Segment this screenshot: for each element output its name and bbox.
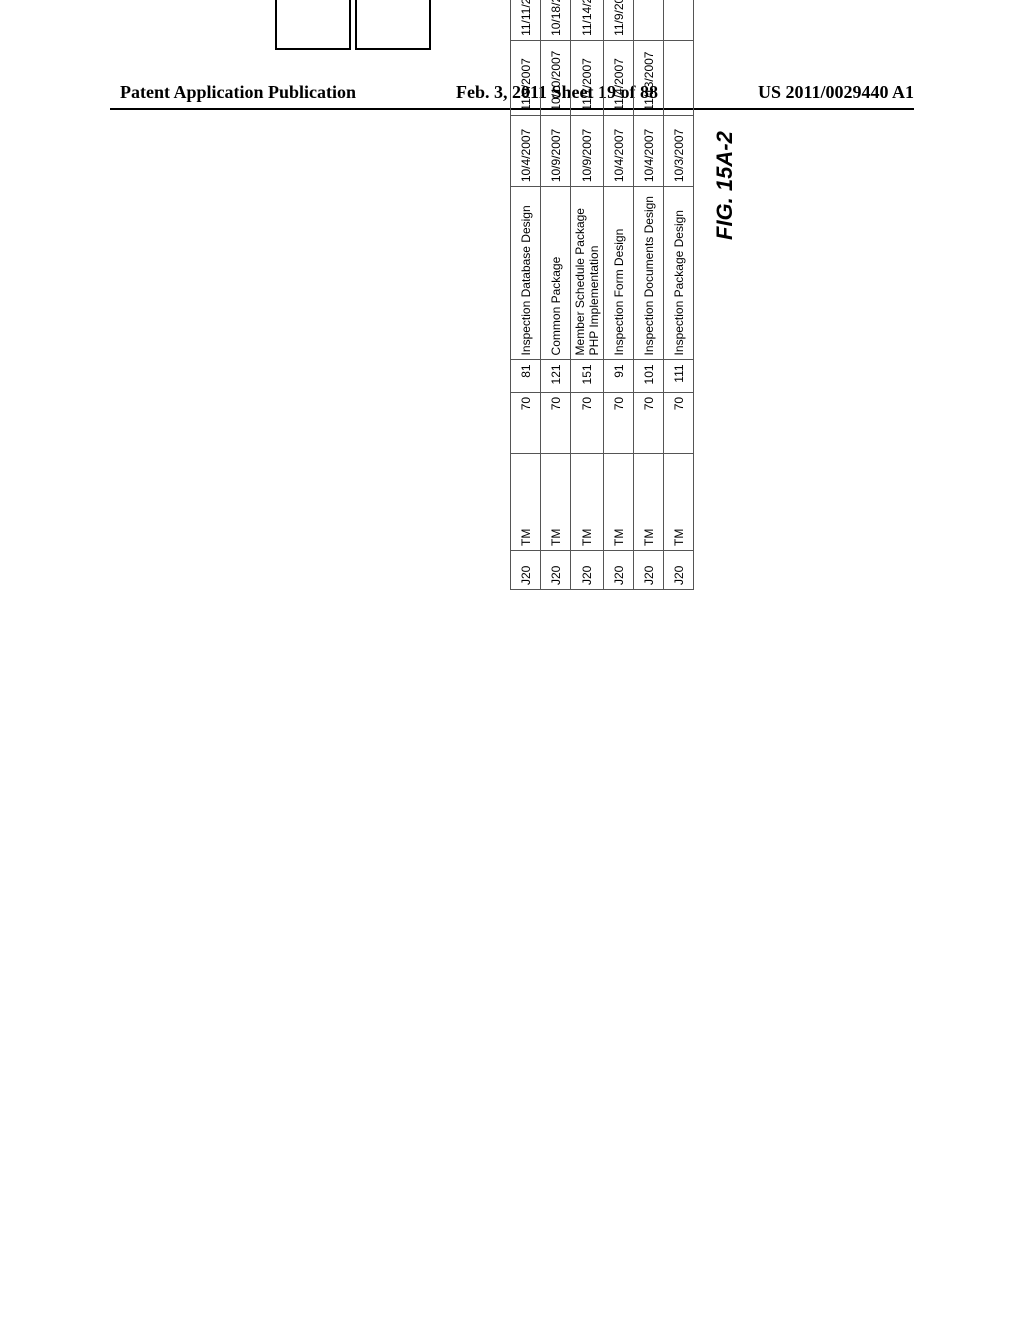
- table-row: J20 TM 70 121 Common Package 10/9/2007 1…: [541, 0, 571, 590]
- cell-rowid: 151: [571, 360, 604, 392]
- cell-code: 70: [571, 392, 604, 453]
- cell-date1: 10/9/2007: [571, 115, 604, 186]
- rotated-figure-stage: J20 TM 70 81 Inspection Database Design …: [510, 0, 738, 610]
- cell-rowid: 81: [511, 360, 541, 392]
- cell-date2: 11/7/2007: [571, 40, 604, 115]
- table-row: J20 TM 70 151 Member Schedule Package PH…: [571, 0, 604, 590]
- cell-desc: Inspection Package Design: [664, 187, 694, 360]
- cell-date1: 10/3/2007: [664, 115, 694, 186]
- cell-date2: [664, 40, 694, 115]
- cell-tm: TM: [634, 453, 664, 550]
- cell-date3: [664, 0, 694, 40]
- cell-desc: Common Package: [541, 187, 571, 360]
- cell-date3: 11/14/2007: [571, 0, 604, 40]
- cell-date3: 11/9/2007: [604, 0, 634, 40]
- header-left: Patent Application Publication: [120, 82, 356, 103]
- cell-tm: TM: [571, 453, 604, 550]
- cell-rowid: 101: [634, 360, 664, 392]
- cell-desc: Inspection Documents Design: [634, 187, 664, 360]
- header-right: US 2011/0029440 A1: [758, 82, 914, 103]
- cell-code: 70: [634, 392, 664, 453]
- cell-date2: 11/9/2007: [511, 40, 541, 115]
- cell-date3: [634, 0, 664, 40]
- table-row: J20 TM 70 101 Inspection Documents Desig…: [634, 0, 664, 590]
- cell-desc: Member Schedule Package PHP Implementati…: [571, 187, 604, 360]
- figure-key-top-box: FIG. 15A-1: [275, 0, 351, 50]
- cell-rowid: 121: [541, 360, 571, 392]
- figure-key-bottom-box: FIG. 15A-2: [355, 0, 431, 50]
- cell-date3: 10/18/2007: [541, 0, 571, 40]
- cell-code: 70: [511, 392, 541, 453]
- table-row: J20 TM 70 81 Inspection Database Design …: [511, 0, 541, 590]
- cell-code: 70: [664, 392, 694, 453]
- cell-date1: 10/4/2007: [604, 115, 634, 186]
- cell-date2: 11/4/2007: [604, 40, 634, 115]
- cell-rowid: 91: [604, 360, 634, 392]
- cell-date2: 10/10/2007: [541, 40, 571, 115]
- cell-tm: TM: [664, 453, 694, 550]
- cell-job: J20: [604, 551, 634, 590]
- cell-job: J20: [541, 551, 571, 590]
- cell-date1: 10/4/2007: [634, 115, 664, 186]
- cell-code: 70: [604, 392, 634, 453]
- cell-tm: TM: [604, 453, 634, 550]
- cell-rowid: 111: [664, 360, 694, 392]
- cell-job: J20: [634, 551, 664, 590]
- cell-date1: 10/4/2007: [511, 115, 541, 186]
- cell-job: J20: [511, 551, 541, 590]
- cell-desc: Inspection Database Design: [511, 187, 541, 360]
- table-row: J20 TM 70 91 Inspection Form Design 10/4…: [604, 0, 634, 590]
- cell-date2: 11/13/2007: [634, 40, 664, 115]
- cell-code: 70: [541, 392, 571, 453]
- cell-tm: TM: [541, 453, 571, 550]
- cell-date1: 10/9/2007: [541, 115, 571, 186]
- table-row: J20 TM 70 111 Inspection Package Design …: [664, 0, 694, 590]
- cell-job: J20: [664, 551, 694, 590]
- figure-label-15a2: FIG. 15A-2: [712, 0, 738, 240]
- cell-tm: TM: [511, 453, 541, 550]
- cell-desc: Inspection Form Design: [604, 187, 634, 360]
- cell-job: J20: [571, 551, 604, 590]
- cell-date3: 11/11/2007: [511, 0, 541, 40]
- data-table: J20 TM 70 81 Inspection Database Design …: [510, 0, 694, 590]
